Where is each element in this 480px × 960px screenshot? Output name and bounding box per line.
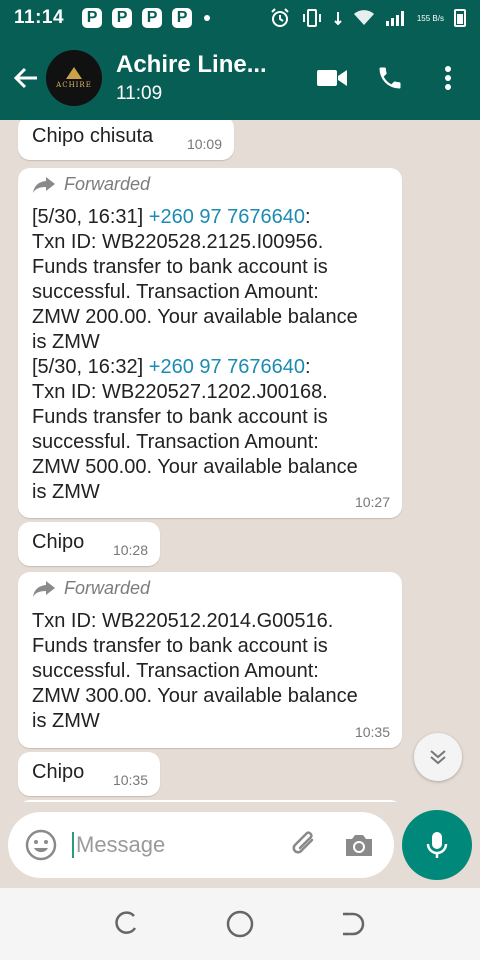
status-time: 11:14	[14, 7, 65, 28]
message-text: Txn ID: WB220512.2014.G00516. Funds tran…	[32, 610, 358, 732]
message-bubble[interactable]: Chipo chisuta 10:09	[18, 120, 234, 160]
double-chevron-down-icon	[430, 750, 446, 765]
message-time: 10:28	[112, 542, 148, 558]
forwarded-label: Forwarded	[32, 578, 388, 599]
video-call-icon[interactable]	[314, 60, 350, 96]
logo-mark-icon	[66, 67, 82, 79]
attach-icon[interactable]	[288, 828, 322, 862]
back-arrow-icon[interactable]	[6, 58, 46, 98]
alarm-icon	[271, 8, 289, 27]
message-text: Chipo	[32, 531, 85, 553]
avatar-logo-text: ACHIRE	[56, 81, 92, 89]
forwarded-message-bubble[interactable]: Forwarded Txn ID: WB220512.2014.G00516. …	[18, 572, 402, 748]
notification-p-icon: P	[172, 8, 193, 28]
forward-arrow-icon	[33, 580, 55, 597]
message-text: Chipo	[32, 761, 85, 783]
phone-link[interactable]: +260 97 7676640	[149, 356, 305, 378]
message-time: 10:27	[354, 494, 390, 510]
message-text: Chipo chisuta	[32, 125, 154, 147]
emoji-icon[interactable]	[24, 828, 58, 862]
contact-name: Achire Line...	[116, 51, 267, 78]
forward-arrow-icon	[33, 176, 55, 193]
message-time: 10:35	[112, 772, 148, 788]
data-arrows-icon	[334, 12, 342, 26]
camera-icon[interactable]	[342, 828, 376, 862]
wifi-icon	[353, 10, 374, 25]
message-time: 10:35	[354, 724, 390, 740]
contact-info[interactable]: Achire Line... 11:09	[116, 51, 267, 105]
recent-apps-icon[interactable]	[112, 909, 142, 939]
avatar[interactable]: ACHIRE	[46, 50, 102, 106]
contact-status: 11:09	[116, 83, 163, 104]
scroll-to-bottom-button[interactable]	[414, 733, 462, 781]
message-bubble-partial[interactable]	[18, 800, 402, 802]
vibrate-icon	[302, 9, 321, 27]
message-time: 10:09	[186, 136, 222, 152]
forwarded-message-bubble[interactable]: Forwarded [5/30, 16:31] +260 97 7676640:…	[18, 168, 402, 518]
message-list[interactable]: Chipo chisuta 10:09 Forwarded [5/30, 16:…	[0, 120, 480, 802]
message-composer	[8, 812, 394, 878]
home-icon[interactable]	[225, 909, 255, 939]
voice-message-button[interactable]	[402, 810, 472, 880]
notification-p-icon: P	[112, 8, 133, 28]
back-nav-icon[interactable]	[338, 909, 368, 939]
message-bubble[interactable]: Chipo 10:35	[18, 752, 160, 796]
forwarded-label: Forwarded	[32, 174, 388, 195]
message-bubble[interactable]: Chipo 10:28	[18, 522, 160, 566]
message-text: [5/30, 16:31] +260 97 7676640: Txn ID: W…	[32, 206, 358, 503]
phone-link[interactable]: +260 97 7676640	[149, 206, 305, 228]
voice-call-icon[interactable]	[372, 60, 408, 96]
status-bar: 11:14 P P P P 155 B/s	[0, 0, 480, 36]
more-notifications-dot-icon	[204, 15, 211, 21]
message-input[interactable]	[72, 832, 252, 858]
signal-icon	[385, 11, 404, 26]
net-speed: 155 B/s	[416, 13, 444, 23]
notification-p-icon: P	[142, 8, 163, 28]
battery-icon	[454, 9, 466, 27]
more-options-icon[interactable]	[430, 60, 466, 96]
notification-p-icon: P	[82, 8, 103, 28]
microphone-icon	[426, 832, 448, 858]
chat-header: ACHIRE Achire Line... 11:09	[0, 36, 480, 120]
system-nav-bar	[0, 888, 480, 960]
notification-icons: P P P P	[82, 8, 193, 28]
